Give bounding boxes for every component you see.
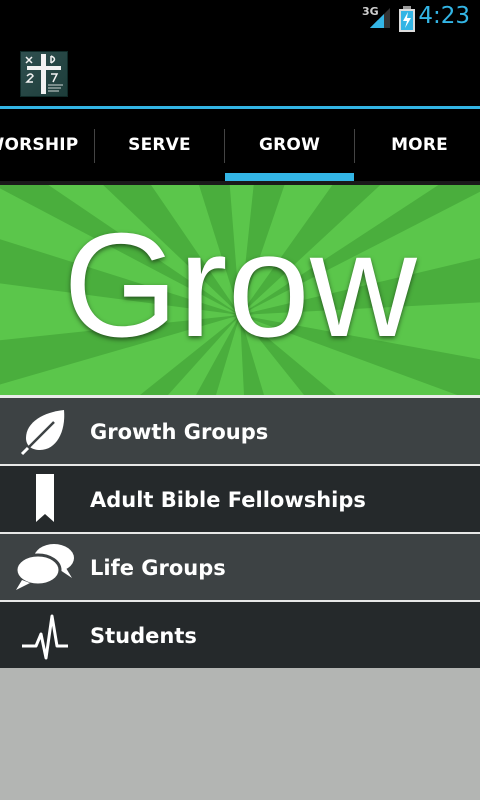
- list-item-label: Students: [90, 624, 197, 648]
- grow-menu-list: Growth Groups Adult Bible Fellowships Li…: [0, 398, 480, 670]
- list-item-life-groups[interactable]: Life Groups: [0, 534, 480, 602]
- tab-grow[interactable]: GROW: [225, 109, 354, 181]
- bookmark-icon: [36, 474, 54, 522]
- grow-banner: Grow: [0, 185, 480, 395]
- list-item-adult-bible-fellowships[interactable]: Adult Bible Fellowships: [0, 466, 480, 534]
- tab-serve[interactable]: SERVE: [95, 109, 224, 181]
- church-cross-logo-icon[interactable]: [20, 51, 68, 97]
- list-item-label: Life Groups: [90, 556, 226, 580]
- list-item-label: Adult Bible Fellowships: [90, 488, 366, 512]
- chat-bubbles-icon: [14, 544, 74, 590]
- list-item-label: Growth Groups: [90, 420, 269, 444]
- tab-worship[interactable]: WORSHIP: [0, 109, 92, 181]
- action-bar: [0, 38, 480, 109]
- selected-tab-indicator: [225, 173, 354, 181]
- battery-charging-icon: [399, 6, 415, 32]
- list-item-students[interactable]: Students: [0, 602, 480, 670]
- banner-title: Grow: [63, 203, 417, 368]
- pulse-icon: [22, 614, 68, 660]
- clock: 4:23: [418, 3, 470, 29]
- tab-more[interactable]: MORE: [355, 109, 480, 181]
- signal-icon: [370, 8, 390, 28]
- leaf-icon: [20, 410, 65, 456]
- status-bar: 3G 4:23: [0, 0, 480, 38]
- list-item-growth-groups[interactable]: Growth Groups: [0, 398, 480, 466]
- tab-bar: WORSHIP SERVE GROW MORE: [0, 109, 480, 181]
- empty-content-area: [0, 668, 480, 800]
